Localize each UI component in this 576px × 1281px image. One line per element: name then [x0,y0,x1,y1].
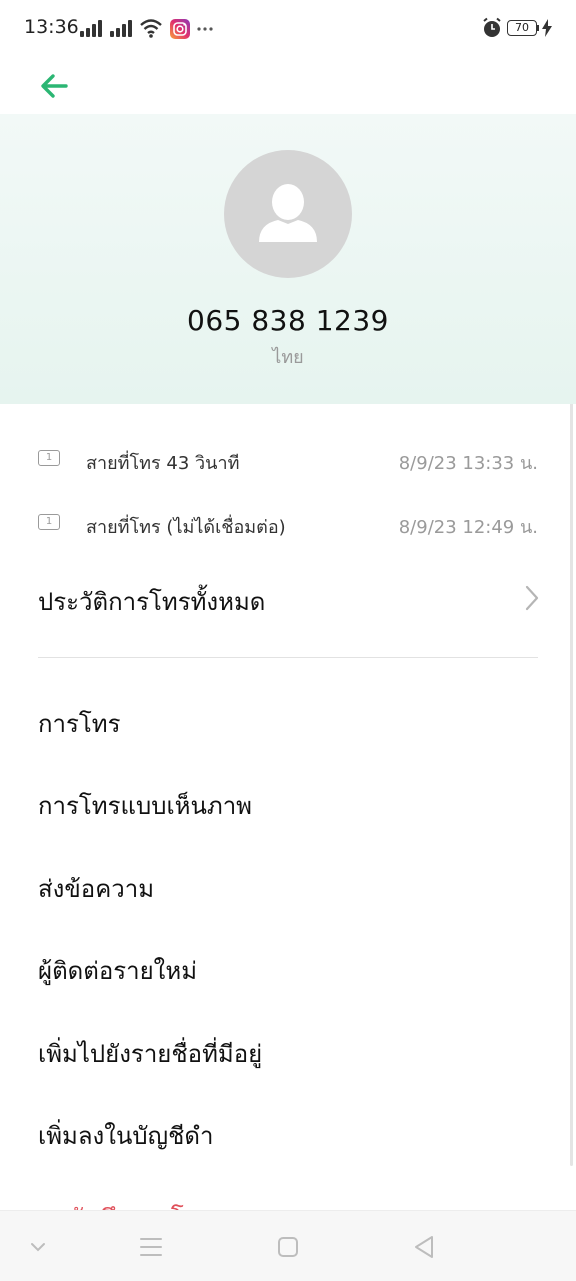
sim-icon: 1 [38,514,60,530]
signal-icon [80,20,106,37]
call-datetime: 8/9/23 13:33 น. [398,453,538,474]
add-to-blacklist-button[interactable]: เพิ่มลงในบัญชีดำ [0,1102,576,1162]
new-contact-button[interactable]: ผู้ติดต่อรายใหม่ [0,937,576,997]
add-to-existing-contact-button[interactable]: เพิ่มไปยังรายชื่อที่มีอยู่ [0,1020,576,1080]
battery-level: 70 [515,21,529,34]
nav-recents-button[interactable] [135,1231,167,1263]
back-button[interactable] [34,64,78,108]
top-bar [0,58,576,114]
new-contact-label: ผู้ติดต่อรายใหม่ [38,957,198,985]
sim-icon: 1 [38,450,60,466]
nav-back-button[interactable] [408,1231,440,1263]
call-description: สายที่โทร (ไม่ได้เชื่อมต่อ) [86,517,286,538]
phone-number[interactable]: 065 838 1239 [0,304,576,337]
battery-icon: 70 [507,20,537,36]
navigation-bar [0,1210,576,1281]
home-square-icon [278,1237,298,1257]
send-message-label: ส่งข้อความ [38,875,155,903]
alarm-icon [483,17,501,37]
call-log-row[interactable]: 1 สายที่โทร (ไม่ได้เชื่อมต่อ) 8/9/23 12:… [0,498,576,548]
call-button[interactable]: การโทร [0,690,576,750]
status-time: 13:36 [24,16,79,38]
avatar [224,150,352,278]
video-call-button[interactable]: การโทรแบบเห็นภาพ [0,772,576,832]
divider [38,657,538,658]
signal-icon [110,20,136,37]
chevron-down-icon [31,1243,45,1252]
call-description: สายที่โทร 43 วินาที [86,453,240,474]
back-triangle-icon [415,1236,433,1258]
call-datetime: 8/9/23 12:49 น. [398,517,538,538]
instagram-icon [170,19,190,39]
status-bar: 13:36 70 [0,0,576,58]
contact-header: 065 838 1239 ไทย [0,114,576,404]
history-label: ประวัติการโทรทั้งหมด [38,588,266,616]
add-to-existing-label: เพิ่มไปยังรายชื่อที่มีอยู่ [38,1040,263,1068]
add-to-blacklist-label: เพิ่มลงในบัญชีดำ [38,1122,214,1150]
call-log-row[interactable]: 1 สายที่โทร 43 วินาที 8/9/23 13:33 น. [0,434,576,484]
call-label: การโทร [38,710,121,738]
more-dots-icon [197,27,213,31]
menu-icon [140,1238,162,1256]
arrow-left-icon [41,74,68,98]
video-call-label: การโทรแบบเห็นภาพ [38,792,252,820]
send-message-button[interactable]: ส่งข้อความ [0,855,576,915]
person-icon [259,184,317,242]
chevron-right-icon [525,585,539,611]
region-label: ไทย [272,347,304,368]
battery-tip [537,25,539,31]
nav-home-button[interactable] [272,1231,304,1263]
wifi-icon [140,19,162,38]
all-call-history-button[interactable]: ประวัติการโทรทั้งหมด [0,570,576,626]
charging-icon [542,19,552,37]
nav-collapse-button[interactable] [22,1231,54,1263]
